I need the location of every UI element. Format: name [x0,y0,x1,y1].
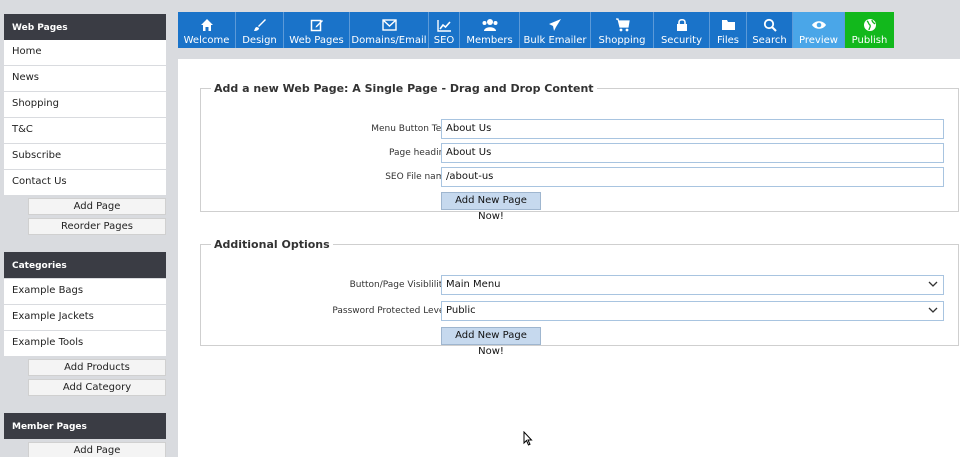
menu-button-text-input[interactable]: About Us [441,119,944,139]
reorder-pages-button[interactable]: Reorder Pages [28,218,166,235]
nav-label: Publish [851,35,888,46]
sidebar-item-tc[interactable]: T&C [4,118,166,143]
nav-label: Domains/Email [351,35,427,46]
additional-options-fieldset: Additional Options Button/Page Visiblili… [200,238,959,357]
sidebar-item-contact-us[interactable]: Contact Us [4,170,166,195]
chart-icon [436,17,452,33]
folder-icon [721,17,736,33]
users-icon [481,17,499,33]
add-category-button[interactable]: Add Category [28,379,166,396]
visibility-value: Main Menu [446,279,501,290]
brush-icon [253,17,267,33]
nav-label: Bulk Emailer [523,35,587,46]
page-heading-input[interactable]: About Us [441,143,944,163]
sidebar-header-web-pages: Web Pages [4,14,166,40]
home-icon [200,17,214,33]
nav-welcome[interactable]: Welcome [178,12,236,48]
nav-label: Web Pages [289,35,344,46]
add-products-button[interactable]: Add Products [28,359,166,376]
nav-publish[interactable]: Publish [845,12,894,48]
sidebar-header-member-pages: Member Pages [4,413,166,439]
sidebar-item-news[interactable]: News [4,66,166,91]
menu-button-text-label: Menu Button Text [371,124,450,134]
paper-plane-icon [548,17,562,33]
add-page-legend: Add a new Web Page: A Single Page - Drag… [214,82,594,95]
sidebar: Web Pages Home News Shopping T&C Subscri… [0,0,170,457]
nav-web-pages[interactable]: Web Pages [284,12,350,48]
edit-icon [310,17,324,33]
cart-icon [615,17,630,33]
add-page-fieldset: Add a new Web Page: A Single Page - Drag… [200,82,959,222]
globe-icon [863,17,877,33]
sidebar-header-categories: Categories [4,252,166,278]
sidebar-item-home[interactable]: Home [4,40,166,65]
add-new-page-button[interactable]: Add New Page Now! [441,192,541,222]
top-nav: Welcome Design Web Pages Domains/Email S… [178,12,904,48]
sidebar-item-example-tools[interactable]: Example Tools [4,331,166,356]
nav-label: Preview [799,35,838,46]
add-new-page-button-2[interactable]: Add New Page Now! [441,327,541,357]
nav-domains-email[interactable]: Domains/Email [350,12,429,48]
chevron-down-icon [928,279,938,292]
chevron-down-icon [928,305,938,318]
additional-options-legend: Additional Options [214,238,330,251]
nav-seo[interactable]: SEO [429,12,460,48]
nav-label: Design [242,35,277,46]
sidebar-item-example-jackets[interactable]: Example Jackets [4,305,166,330]
nav-design[interactable]: Design [236,12,284,48]
nav-security[interactable]: Security [654,12,710,48]
password-level-value: Public [446,305,476,316]
nav-shopping[interactable]: Shopping [591,12,654,48]
envelope-icon [381,17,397,33]
password-level-label: Password Protected Level: [332,306,450,316]
nav-search[interactable]: Search [747,12,793,48]
search-icon [763,17,777,33]
nav-files[interactable]: Files [710,12,747,48]
nav-label: Members [466,35,513,46]
nav-label: SEO [433,35,455,46]
nav-members[interactable]: Members [460,12,520,48]
main-panel: Add a new Web Page: A Single Page - Drag… [178,59,960,457]
nav-bulk-emailer[interactable]: Bulk Emailer [520,12,591,48]
visibility-label: Button/Page Visiblility: [349,280,450,290]
visibility-select[interactable]: Main Menu [441,275,944,295]
nav-label: Shopping [598,35,646,46]
sidebar-item-shopping[interactable]: Shopping [4,92,166,117]
nav-label: Welcome [183,35,230,46]
lock-icon [676,17,688,33]
eye-icon [811,17,827,33]
mouse-cursor-icon [523,430,533,449]
add-page-button[interactable]: Add Page [28,198,166,215]
password-level-select[interactable]: Public [441,301,944,321]
nav-label: Search [752,35,787,46]
add-member-page-button[interactable]: Add Page [28,442,166,457]
sidebar-item-subscribe[interactable]: Subscribe [4,144,166,169]
seo-file-name-input[interactable]: /about-us [441,167,944,187]
nav-label: Files [717,35,739,46]
nav-label: Security [660,35,703,46]
sidebar-item-example-bags[interactable]: Example Bags [4,279,166,304]
nav-preview[interactable]: Preview [793,12,845,48]
